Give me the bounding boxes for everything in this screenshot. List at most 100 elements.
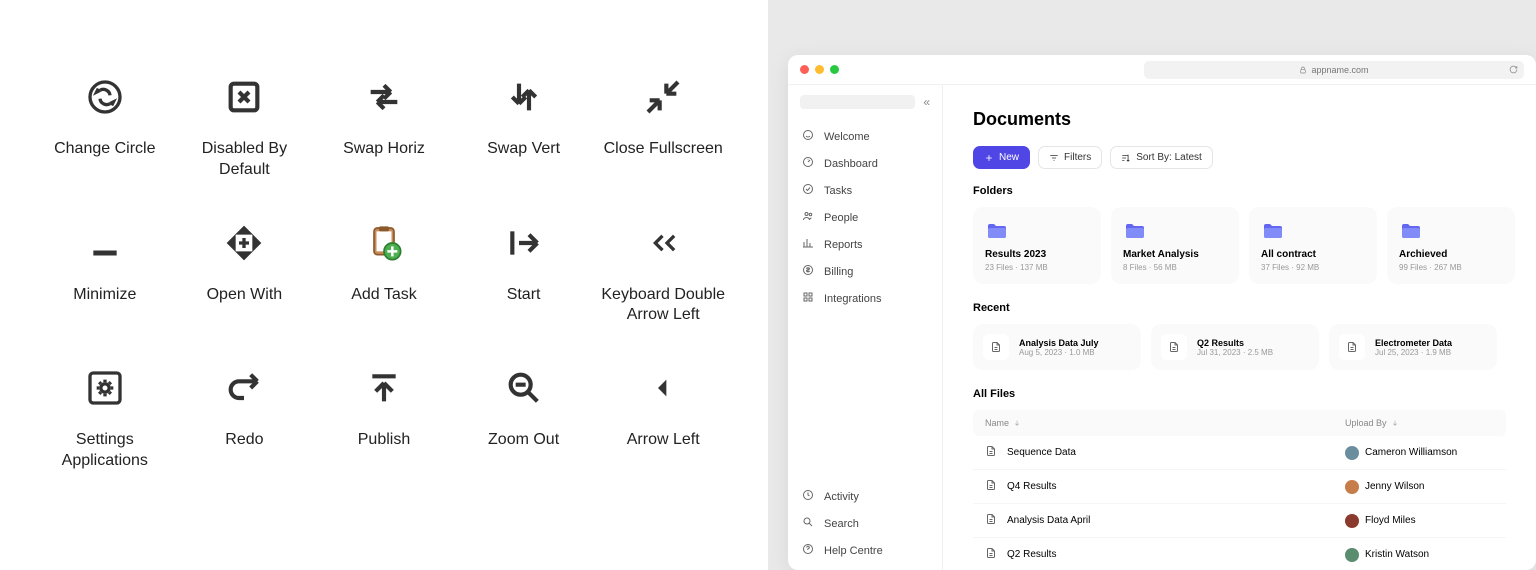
icon-label: Add Task — [351, 285, 417, 306]
plus-icon — [984, 153, 994, 163]
folder-icon — [1261, 219, 1285, 239]
icon-cell-swap-horiz[interactable]: Swap Horiz — [319, 75, 449, 181]
table-row[interactable]: Analysis Data AprilFloyd Miles — [973, 504, 1506, 538]
icon-label: Swap Vert — [487, 139, 560, 160]
folder-icon — [1399, 219, 1423, 239]
change-circle-icon — [83, 75, 127, 119]
allfiles-heading: All Files — [973, 388, 1506, 400]
url-text: appname.com — [1311, 65, 1368, 75]
folder-card[interactable]: Results 202323 Files · 137 MB — [973, 207, 1101, 284]
sidebar-item-tasks[interactable]: Tasks — [788, 177, 942, 204]
browser-window: appname.com « WelcomeDashboardTasksPeopl… — [788, 55, 1536, 570]
sidebar-item-people[interactable]: People — [788, 204, 942, 231]
folder-card[interactable]: Archieved99 Files · 267 MB — [1387, 207, 1515, 284]
reload-icon[interactable] — [1509, 65, 1518, 74]
icon-label: Zoom Out — [488, 430, 559, 451]
keyboard-double-arrow-left-icon — [641, 221, 685, 265]
dollar-icon — [802, 264, 814, 279]
swap-vert-icon — [502, 75, 546, 119]
document-icon — [985, 547, 997, 562]
filters-button[interactable]: Filters — [1038, 146, 1102, 169]
icon-label: Start — [507, 285, 541, 306]
grid-icon — [802, 291, 814, 306]
icon-label: Disabled By Default — [180, 139, 310, 181]
publish-icon — [362, 366, 406, 410]
icon-cell-minimize[interactable]: Minimize — [40, 221, 170, 327]
icon-cell-redo[interactable]: Redo — [180, 366, 310, 472]
minimize-icon — [83, 221, 127, 265]
avatar — [1345, 446, 1359, 460]
icon-cell-disabled-by-default[interactable]: Disabled By Default — [180, 75, 310, 181]
table-row[interactable]: Q2 ResultsKristin Watson — [973, 538, 1506, 570]
arrow-left-icon — [641, 366, 685, 410]
main-content: Documents New Filters Sort By: Latest — [943, 85, 1536, 570]
icon-cell-zoom-out[interactable]: Zoom Out — [459, 366, 589, 472]
folder-card[interactable]: All contract37 Files · 92 MB — [1249, 207, 1377, 284]
close-dot-icon[interactable] — [800, 65, 809, 74]
sidebar-item-search[interactable]: Search — [788, 510, 942, 537]
sidebar-item-billing[interactable]: Billing — [788, 258, 942, 285]
icon-cell-keyboard-double-arrow-left[interactable]: Keyboard Double Arrow Left — [598, 221, 728, 327]
icon-cell-arrow-left[interactable]: Arrow Left — [598, 366, 728, 472]
folder-card[interactable]: Market Analysis8 Files · 56 MB — [1111, 207, 1239, 284]
lock-icon — [1299, 66, 1307, 74]
icon-cell-swap-vert[interactable]: Swap Vert — [459, 75, 589, 181]
document-icon — [1161, 334, 1187, 360]
sidebar-item-integrations[interactable]: Integrations — [788, 285, 942, 312]
col-upload[interactable]: Upload By — [1345, 418, 1399, 428]
table-header: Name Upload By — [973, 410, 1506, 436]
sidebar-item-dashboard[interactable]: Dashboard — [788, 150, 942, 177]
bar-chart-icon — [802, 237, 814, 252]
close-fullscreen-icon — [641, 75, 685, 119]
avatar — [1345, 480, 1359, 494]
icon-label: Close Fullscreen — [604, 139, 723, 160]
zoom-out-icon — [502, 366, 546, 410]
icon-cell-close-fullscreen[interactable]: Close Fullscreen — [598, 75, 728, 181]
sidebar-item-activity[interactable]: Activity — [788, 483, 942, 510]
redo-icon — [222, 366, 266, 410]
filter-icon — [1049, 153, 1059, 163]
icon-cell-add-task[interactable]: Add Task — [319, 221, 449, 327]
check-circle-icon — [802, 183, 814, 198]
table-row[interactable]: Q4 ResultsJenny Wilson — [973, 470, 1506, 504]
help-icon — [802, 543, 814, 558]
sidebar-item-help-centre[interactable]: Help Centre — [788, 537, 942, 564]
icon-label: Change Circle — [54, 139, 155, 160]
sidebar-item-reports[interactable]: Reports — [788, 231, 942, 258]
minimize-dot-icon[interactable] — [815, 65, 824, 74]
icon-label: Swap Horiz — [343, 139, 425, 160]
document-icon — [985, 513, 997, 528]
sort-button[interactable]: Sort By: Latest — [1110, 146, 1213, 169]
maximize-dot-icon[interactable] — [830, 65, 839, 74]
sort-arrow-icon — [1391, 419, 1399, 427]
sidebar: « WelcomeDashboardTasksPeopleReportsBill… — [788, 85, 943, 570]
window-controls[interactable] — [800, 65, 839, 74]
browser-chrome: appname.com — [788, 55, 1536, 85]
url-bar[interactable]: appname.com — [1144, 61, 1524, 79]
sort-arrow-icon — [1013, 419, 1021, 427]
collapse-sidebar-button[interactable]: « — [923, 95, 930, 109]
col-name[interactable]: Name — [985, 418, 1345, 428]
icon-label: Minimize — [73, 285, 136, 306]
clock-icon — [802, 489, 814, 504]
swap-horiz-icon — [362, 75, 406, 119]
icon-cell-open-with[interactable]: Open With — [180, 221, 310, 327]
icon-label: Open With — [207, 285, 283, 306]
document-icon — [985, 479, 997, 494]
icon-label: Settings Applications — [40, 430, 170, 472]
icon-label: Arrow Left — [627, 430, 700, 451]
icon-cell-settings-applications[interactable]: Settings Applications — [40, 366, 170, 472]
recent-card[interactable]: Analysis Data JulyAug 5, 2023 · 1.0 MB — [973, 324, 1141, 370]
sidebar-item-welcome[interactable]: Welcome — [788, 123, 942, 150]
icon-cell-publish[interactable]: Publish — [319, 366, 449, 472]
start-icon — [502, 221, 546, 265]
new-button[interactable]: New — [973, 146, 1030, 169]
recent-card[interactable]: Electrometer DataJul 25, 2023 · 1.9 MB — [1329, 324, 1497, 370]
icon-label: Keyboard Double Arrow Left — [598, 285, 728, 327]
sort-icon — [1121, 153, 1131, 163]
recent-card[interactable]: Q2 ResultsJul 31, 2023 · 2.5 MB — [1151, 324, 1319, 370]
table-row[interactable]: Sequence DataCameron Williamson — [973, 436, 1506, 470]
icon-cell-start[interactable]: Start — [459, 221, 589, 327]
logo-placeholder — [800, 95, 915, 109]
icon-cell-change-circle[interactable]: Change Circle — [40, 75, 170, 181]
